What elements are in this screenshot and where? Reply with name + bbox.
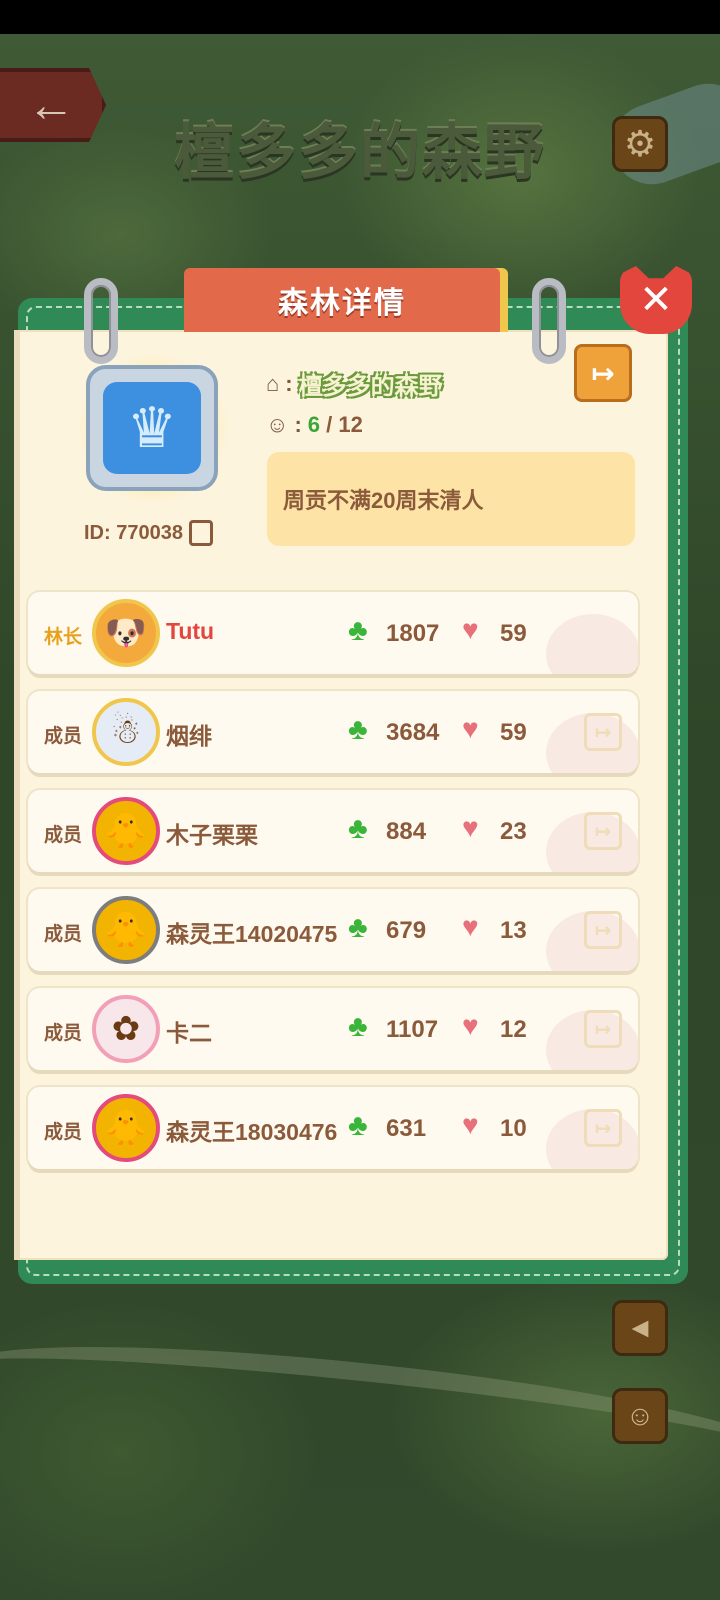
member-role: 成员	[44, 924, 83, 945]
member-role: 成员	[44, 726, 83, 747]
heart-icon: ♥	[462, 911, 479, 942]
forest-id: ID: 770038	[84, 520, 234, 546]
clover-count: 1807	[386, 620, 440, 647]
colon-label: :	[294, 412, 302, 437]
crown-icon: ♛	[103, 382, 201, 474]
row-decoration	[546, 614, 638, 674]
member-role: 林长	[44, 627, 83, 648]
clover-count: 631	[386, 1115, 427, 1142]
colon-label: :	[285, 370, 293, 396]
profile-button[interactable]: ☺	[612, 1388, 668, 1444]
member-row[interactable]: 成员 🐥 森灵王14020475 ♣ 679 ♥ 13 ↦	[28, 889, 638, 971]
remove-member-button[interactable]: ↦	[584, 1109, 622, 1147]
status-bar	[0, 0, 720, 34]
heart-count: 23	[500, 818, 527, 845]
clover-count: 3684	[386, 719, 440, 746]
clover-count: 884	[386, 818, 427, 845]
avatar[interactable]: 🐶	[92, 599, 160, 667]
remove-member-button[interactable]: ↦	[584, 1010, 622, 1048]
exit-icon: ↦	[594, 1117, 612, 1140]
avatar[interactable]: ✿	[92, 995, 160, 1063]
binder-ring-right	[532, 278, 566, 364]
member-role: 成员	[44, 1023, 83, 1044]
forest-notice: 周贡不满20周末清人	[267, 452, 635, 546]
remove-member-button[interactable]: ↦	[584, 812, 622, 850]
member-name: 烟绯	[166, 723, 212, 749]
settings-button[interactable]: ⚙	[612, 116, 668, 172]
heart-count: 12	[500, 1016, 527, 1043]
megaphone-icon: ◄	[626, 1312, 654, 1343]
close-icon: ✕	[639, 278, 673, 322]
back-button[interactable]: ←	[0, 68, 106, 142]
clover-icon: ♣	[348, 713, 368, 746]
arrow-left-icon: ←	[27, 78, 75, 132]
heart-count: 10	[500, 1115, 527, 1142]
heart-count: 59	[500, 620, 527, 647]
member-name: 卡二	[166, 1020, 212, 1046]
gear-icon: ⚙	[623, 123, 657, 164]
clover-icon: ♣	[348, 1010, 368, 1043]
page-title: 檀多多的森野	[174, 119, 546, 186]
members-icon: ☺	[266, 412, 289, 437]
member-role: 成员	[44, 825, 83, 846]
avatar[interactable]: 🐥	[92, 797, 160, 865]
member-count: 6 / 12	[308, 412, 363, 438]
binder-ring-left	[84, 278, 118, 364]
forest-id-text: ID: 770038	[84, 521, 183, 544]
heart-count: 59	[500, 719, 527, 746]
avatar[interactable]: 🐥	[92, 1094, 160, 1162]
avatar[interactable]: 🐥	[92, 896, 160, 964]
heart-icon: ♥	[462, 713, 479, 744]
clover-icon: ♣	[348, 812, 368, 845]
heart-count: 13	[500, 917, 527, 944]
member-row[interactable]: 成员 🐥 森灵王18030476 ♣ 631 ♥ 10 ↦	[28, 1087, 638, 1169]
copy-icon[interactable]	[188, 520, 213, 546]
member-name: Tutu	[166, 618, 215, 644]
forest-emblem: ♛	[86, 365, 218, 491]
remove-member-button[interactable]: ↦	[584, 911, 622, 949]
heart-icon: ♥	[462, 1010, 479, 1041]
member-row[interactable]: 林长 🐶 Tutu ♣ 1807 ♥ 59	[28, 592, 638, 674]
heart-icon: ♥	[462, 812, 479, 843]
exit-icon: ↦	[594, 820, 612, 843]
clover-icon: ♣	[348, 1109, 368, 1142]
member-name: 森灵王18030476	[166, 1119, 338, 1145]
heart-icon: ♥	[462, 1109, 479, 1140]
remove-member-button[interactable]: ↦	[584, 713, 622, 751]
forest-name-row: ⌂ : 檀多多的森野	[266, 366, 443, 401]
clover-count: 679	[386, 917, 427, 944]
home-icon: ⌂	[266, 370, 280, 396]
member-row[interactable]: 成员 ✿ 卡二 ♣ 1107 ♥ 12 ↦	[28, 988, 638, 1070]
forest-name: 檀多多的森野	[298, 373, 443, 400]
member-role: 成员	[44, 1122, 83, 1143]
clover-count: 1107	[386, 1016, 439, 1043]
member-name: 森灵王14020475	[166, 921, 338, 947]
person-icon: ☺	[625, 1400, 655, 1431]
member-name: 木子栗栗	[166, 822, 258, 848]
member-row[interactable]: 成员 ☃ 烟绯 ♣ 3684 ♥ 59 ↦	[28, 691, 638, 773]
leave-forest-button[interactable]: ↦	[574, 344, 632, 402]
avatar[interactable]: ☃	[92, 698, 160, 766]
member-current: 6	[307, 412, 321, 437]
announce-button[interactable]: ◄	[612, 1300, 668, 1356]
modal-spine	[14, 330, 20, 1260]
exit-icon: ↦	[591, 357, 615, 389]
clover-icon: ♣	[348, 614, 368, 647]
heart-icon: ♥	[462, 614, 479, 645]
member-row[interactable]: 成员 🐥 木子栗栗 ♣ 884 ♥ 23 ↦	[28, 790, 638, 872]
member-max: / 12	[326, 412, 363, 437]
exit-icon: ↦	[594, 919, 612, 942]
modal-title: 森林详情	[278, 287, 406, 320]
notice-text: 周贡不满20周末清人	[283, 488, 484, 513]
modal-title-tab: 森林详情	[184, 268, 500, 332]
member-count-row: ☺ : 6 / 12	[266, 412, 363, 438]
exit-icon: ↦	[594, 1018, 612, 1041]
exit-icon: ↦	[594, 721, 612, 744]
clover-icon: ♣	[348, 911, 368, 944]
